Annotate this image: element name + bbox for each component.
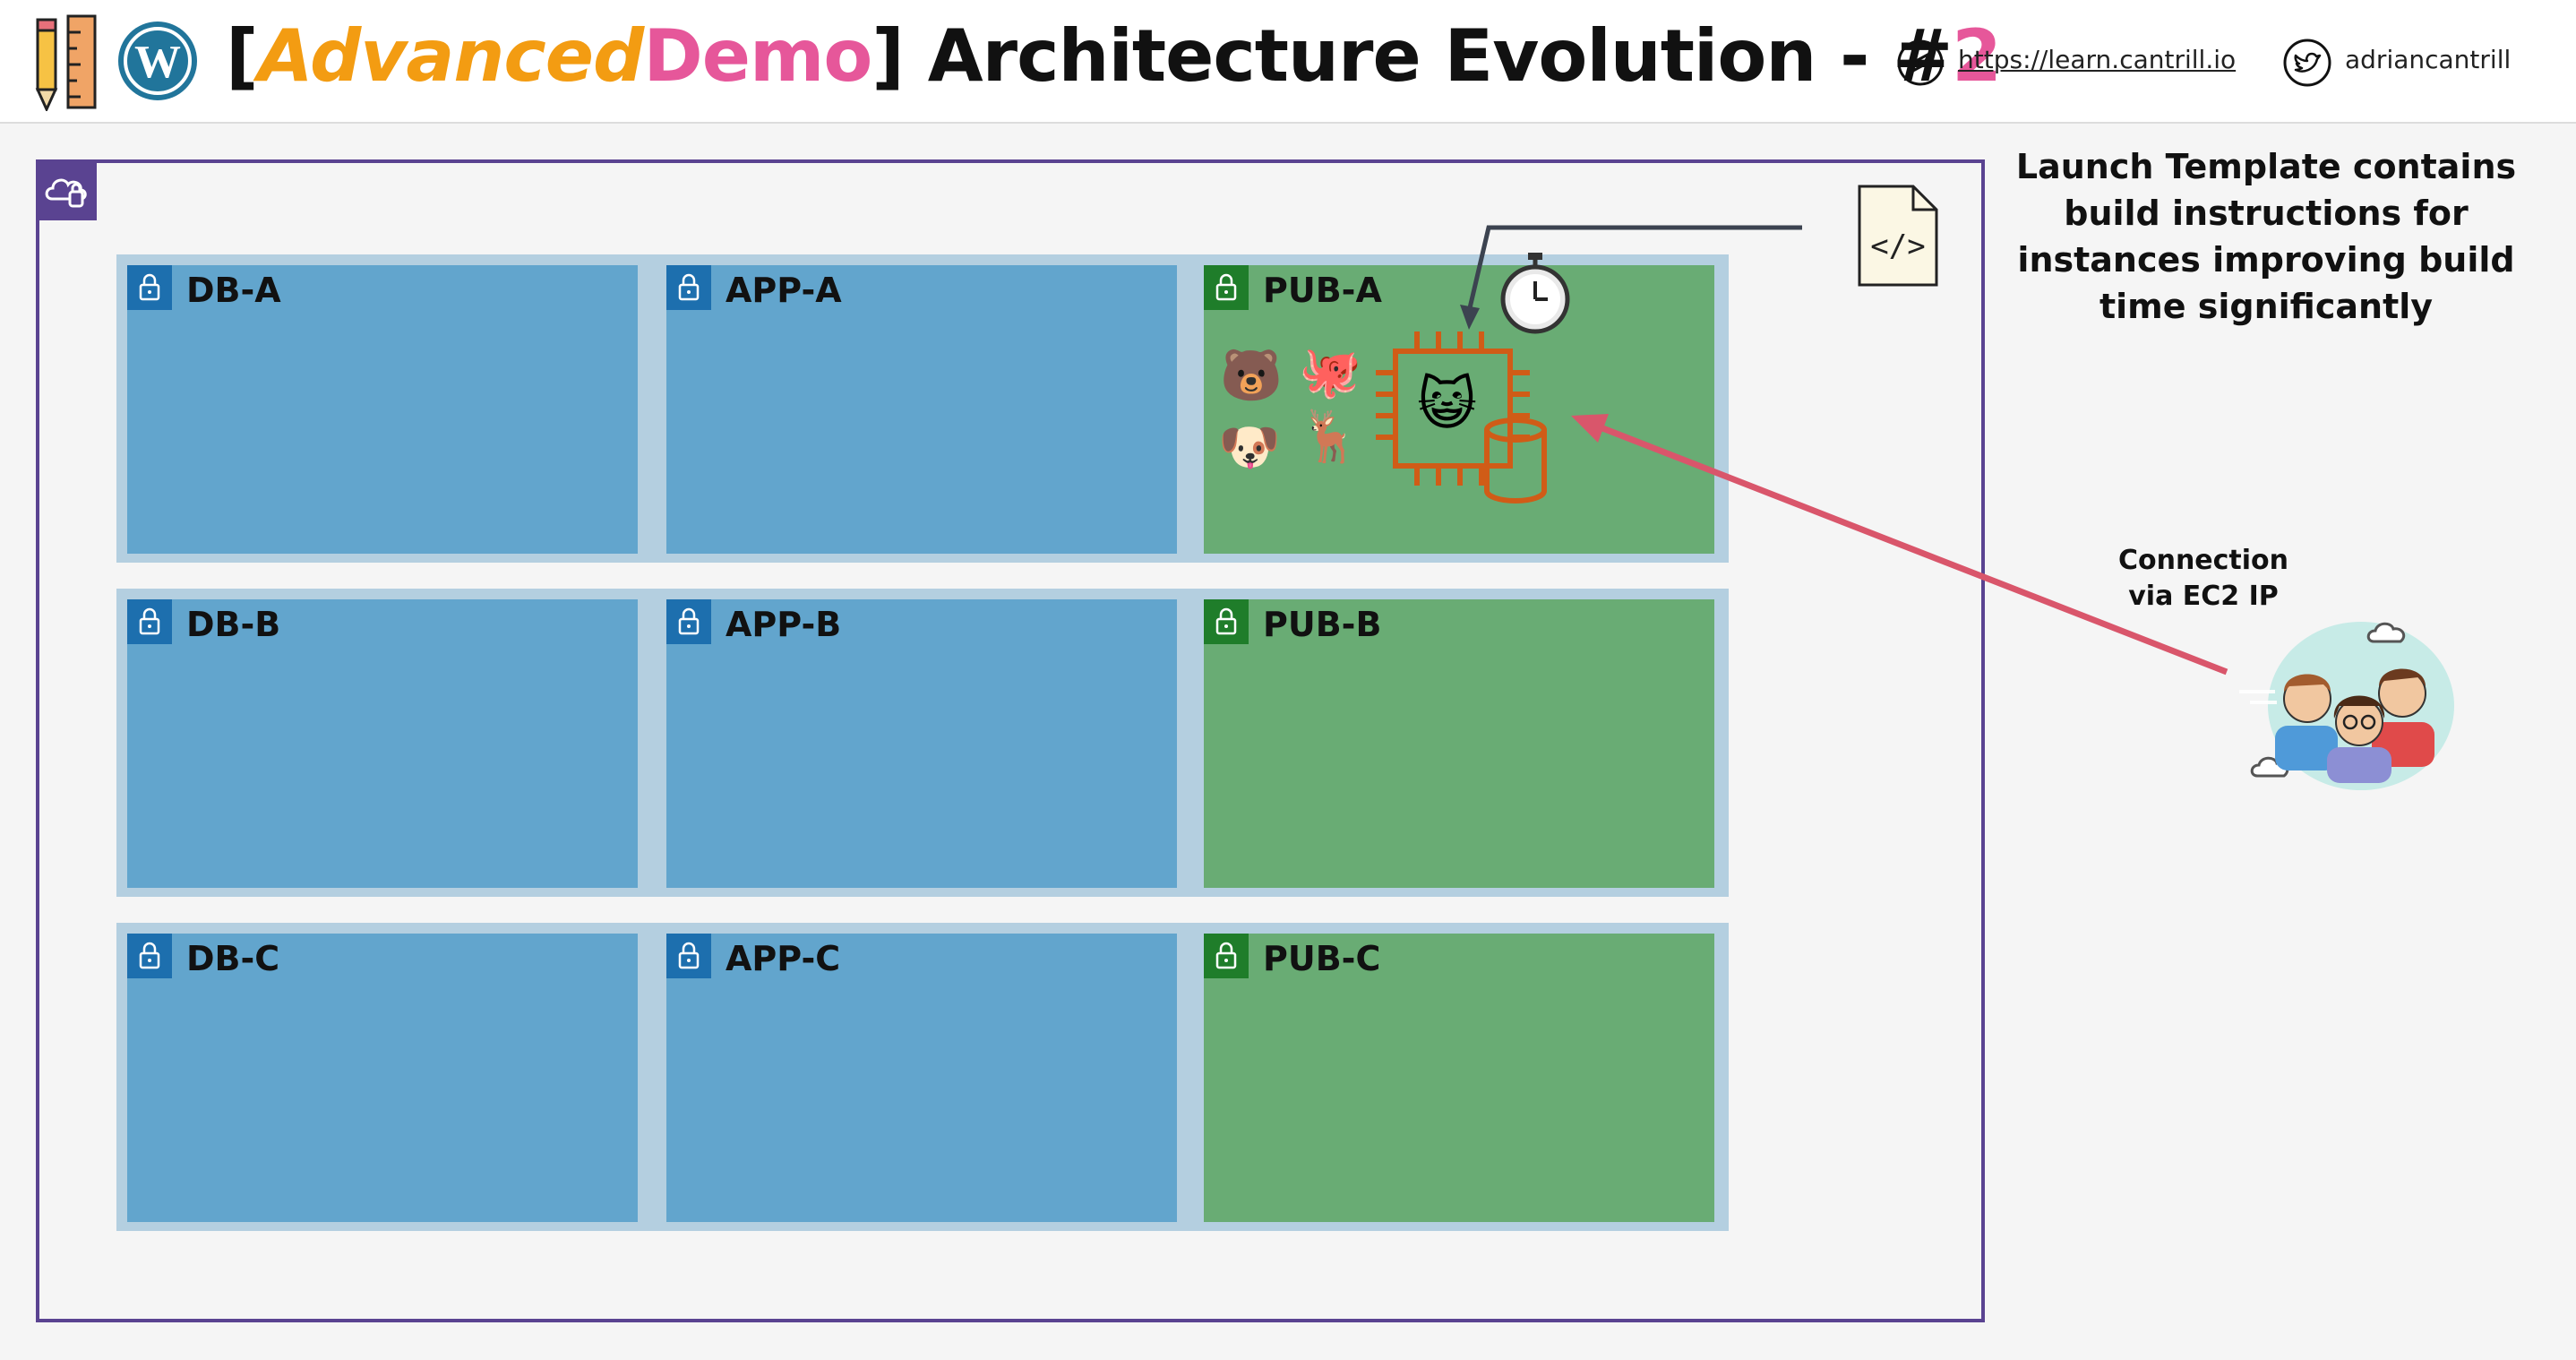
note-line: time significantly [2099,287,2434,326]
title-demo: Demo [643,14,872,98]
title-main: ] Architecture Evolution - # [872,14,1953,98]
note-line: Connection [2117,545,2289,576]
panther-icon: 🐻 [1220,347,1283,405]
subnet-app-b: APP-B [666,599,1177,888]
subnet-app-a: APP-A [666,265,1177,554]
page-title: [AdvancedDemo] Architecture Evolution - … [226,14,2002,98]
connection-note: Connection via EC2 IP [2060,543,2347,615]
lock-icon [666,934,711,978]
lock-icon [127,265,172,310]
subnet-db-a: DB-A [127,265,638,554]
subnet-label: PUB-A [1263,271,1382,310]
subnet-pub-c: PUB-C [1204,934,1714,1222]
svg-text:W: W [134,37,181,88]
launch-template-connector [1460,225,1802,330]
site-link[interactable]: https://learn.cantrill.io [1958,45,2236,74]
vpc-cloud-icon [36,159,97,220]
lock-icon [1204,934,1249,978]
subnet-label: PUB-C [1263,939,1381,978]
subnet-app-c: APP-C [666,934,1177,1222]
launch-template-icon: </> [1858,185,1938,287]
title-advanced: Advanced [257,14,645,98]
title-bracket-open: [ [226,14,259,98]
lock-icon [666,599,711,644]
svg-text:</>: </> [1870,228,1925,264]
lock-icon [1204,265,1249,310]
subnet-db-c: DB-C [127,934,638,1222]
wordpress-icon: W [118,22,197,100]
pencil-ruler-icon [35,14,97,111]
subnet-db-b: DB-B [127,599,638,888]
subnet-label: APP-C [726,939,841,978]
deer-icon: 🦌 [1299,408,1361,466]
tomcat-icon: 😺 [1417,372,1477,438]
gremlin-icon: 🐶 [1218,418,1281,477]
lock-icon [1204,599,1249,644]
lock-icon [127,934,172,978]
subnet-label: DB-A [186,271,281,310]
compass-icon [1897,39,1944,86]
launch-template-note: Launch Template contains build instructi… [2015,143,2517,330]
users-group-icon [2239,622,2454,790]
connection-arrow [1571,414,2228,676]
note-line: Launch Template contains [2015,147,2517,186]
header-bar: W [AdvancedDemo] Architecture Evolution … [0,0,2576,124]
twitter-icon [2283,39,2331,87]
octopus-icon: 🐙 [1299,343,1361,401]
lock-icon [127,599,172,644]
note-line: build instructions for [2064,194,2469,233]
lock-icon [666,265,711,310]
subnet-label: DB-B [186,605,281,644]
note-line: via EC2 IP [2128,581,2279,612]
subnet-label: APP-A [726,271,842,310]
note-line: instances improving build [2017,240,2515,280]
subnet-label: DB-C [186,939,280,978]
database-icon [1484,417,1547,504]
subnet-label: PUB-B [1263,605,1382,644]
twitter-handle[interactable]: adriancantrill [2345,45,2511,74]
subnet-label: APP-B [726,605,842,644]
